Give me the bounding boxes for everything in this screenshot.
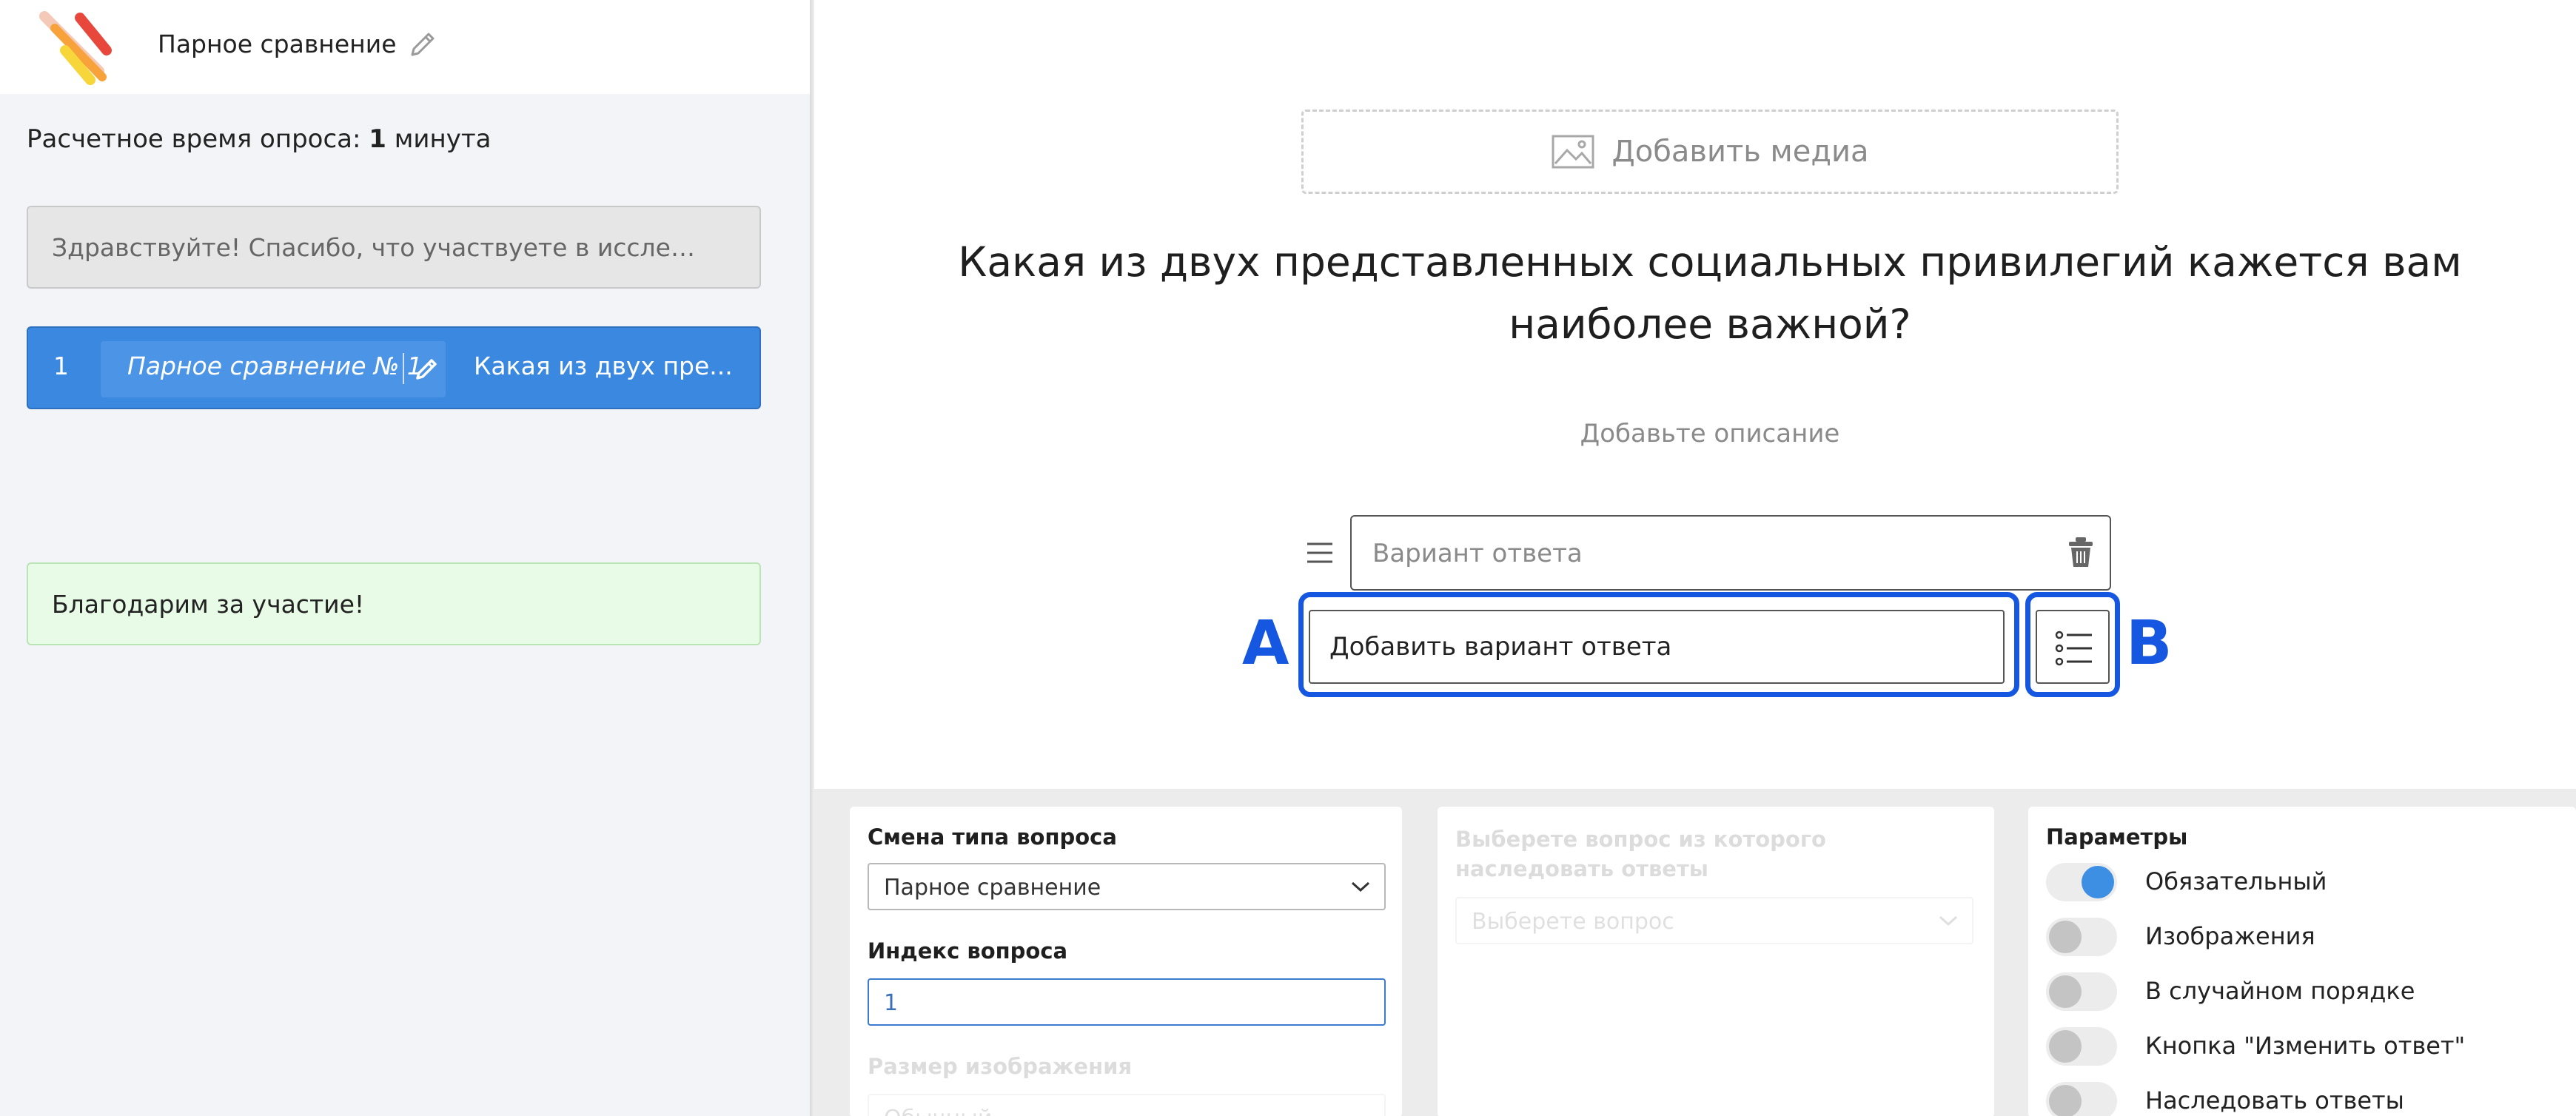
bulk-answers-button[interactable] [2036,610,2110,684]
list-icon [2055,631,2092,666]
estimated-time-label: Расчетное время опроса: [27,124,369,154]
toggle-knob [2049,1085,2082,1116]
answer-option-input[interactable]: Вариант ответа [1350,515,2111,591]
question-settings: Смена типа вопроса Парное сравнение Инде… [814,789,2576,1116]
toggle-switch[interactable] [2046,1082,2117,1116]
add-description[interactable]: Добавьте описание [814,419,2576,448]
thanks-text: Благодарим за участие! [52,589,365,619]
toggle-knob [2049,975,2082,1008]
chip-separator [403,353,404,384]
question-index-value: 1 [884,990,899,1016]
add-media-button[interactable]: Добавить медиа [1301,110,2119,194]
toggle-required[interactable]: Обязательный [2046,860,2564,904]
question-index-input[interactable]: 1 [868,978,1386,1026]
estimated-time-unit: минута [386,124,492,154]
answer-option-placeholder: Вариант ответа [1372,539,1583,568]
toggle-knob [2049,921,2082,953]
question-name: Парное сравнение № 1 [127,352,423,380]
question-editor: Добавить медиа Какая из двух представлен… [814,0,2576,1116]
inherit-answers-panel: Выберете вопрос из которого наследовать … [1438,807,1994,1116]
toggle-switch[interactable] [2046,1027,2117,1066]
change-type-label: Смена типа вопроса [868,824,1117,850]
question-preview-text: Какая из двух пре... [474,352,733,380]
toggle-knob [2082,866,2114,898]
toggle-label: Изображения [2145,922,2315,950]
toggle-label: В случайном порядке [2145,977,2415,1005]
toggle-switch[interactable] [2046,918,2117,956]
annotation-label-a: A [1242,608,1289,679]
parameters-label: Параметры [2046,824,2188,850]
toggle-label: Обязательный [2145,867,2327,895]
add-answer-option-label: Добавить вариант ответа [1329,632,1672,662]
image-size-value: Обычный [884,1106,992,1116]
edit-title-pencil-icon[interactable] [406,28,439,61]
toggle-change-answer-button[interactable]: Кнопка "Изменить ответ" [2046,1024,2564,1069]
toggle-images[interactable]: Изображения [2046,915,2564,959]
sidebar-header: Парное сравнение [0,0,812,94]
inherit-question-select: Выберете вопрос [1455,897,1973,944]
inherit-question-placeholder: Выберете вопрос [1472,909,1674,935]
question-type-value: Парное сравнение [884,875,1101,901]
question-type-panel: Смена типа вопроса Парное сравнение Инде… [850,807,1402,1116]
question-number: 1 [53,352,69,380]
question-name-chip[interactable]: Парное сравнение № 1 [101,341,446,397]
question-type-select[interactable]: Парное сравнение [868,863,1386,910]
image-size-select: Обычный [868,1094,1386,1116]
image-size-label: Размер изображения [868,1054,1133,1079]
add-answer-option-button[interactable]: Добавить вариант ответа [1309,610,2005,684]
thanks-screen-card[interactable]: Благодарим за участие! [27,562,761,645]
index-label: Индекс вопроса [868,938,1068,964]
trash-icon[interactable] [2067,536,2095,568]
welcome-text: Здравствуйте! Спасибо, что участвуете в … [52,232,703,262]
toggle-label: Наследовать ответы [2145,1086,2404,1115]
logo-icon [39,11,112,85]
toggle-knob [2049,1030,2082,1063]
chevron-down-icon [1939,915,1958,927]
toggle-switch[interactable] [2046,972,2117,1011]
welcome-screen-card[interactable]: Здравствуйте! Спасибо, что участвуете в … [27,206,761,289]
inherit-label: Выберете вопрос из которого наследовать … [1455,827,1826,881]
chevron-down-icon [1351,881,1370,893]
toggle-random-order[interactable]: В случайном порядке [2046,969,2564,1014]
edit-question-name-pencil-icon[interactable] [410,353,443,386]
toggle-inherit-answers[interactable]: Наследовать ответы [2046,1079,2564,1116]
question-title[interactable]: Какая из двух представленных социальных … [873,231,2546,355]
estimated-time: Расчетное время опроса: 1 минута [27,124,491,154]
image-icon [1552,135,1594,169]
add-media-label: Добавить медиа [1611,135,1869,169]
question-card[interactable]: 1 Парное сравнение № 1 Какая из двух пре… [27,326,761,409]
survey-title: Парное сравнение [158,30,397,58]
parameters-panel: Параметры Обязательный Изображения В слу… [2028,807,2576,1116]
toggle-label: Кнопка "Изменить ответ" [2145,1032,2466,1060]
drag-handle-icon[interactable] [1306,540,1334,565]
annotation-label-b: B [2126,608,2173,679]
sidebar: Парное сравнение Расчетное время опроса:… [0,0,812,1116]
toggle-switch[interactable] [2046,863,2117,901]
estimated-time-value: 1 [369,124,386,154]
